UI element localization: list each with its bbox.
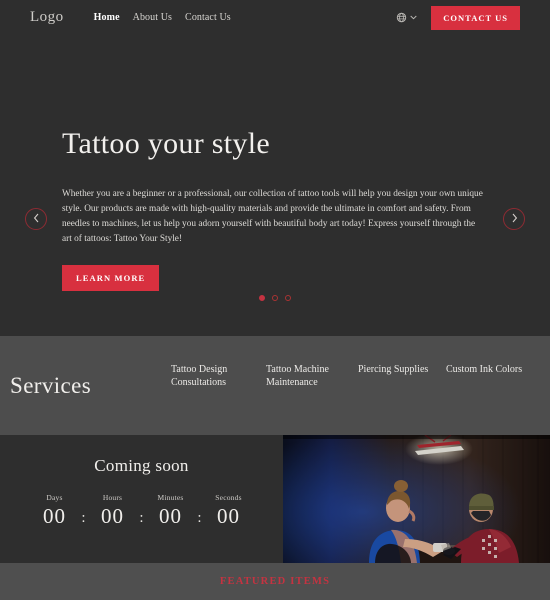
nav-item-contact-us[interactable]: Contact Us <box>185 12 231 23</box>
countdown-separator: : <box>81 510 86 526</box>
featured-items-section: FEATURED ITEMS <box>0 563 550 600</box>
countdown-value-minutes: 00 <box>159 504 182 528</box>
countdown-label-hours: Hours <box>102 493 123 502</box>
chevron-down-icon <box>410 15 417 20</box>
carousel-next-button[interactable] <box>503 208 525 230</box>
carousel-prev-button[interactable] <box>25 208 47 230</box>
coming-soon-heading: Coming soon <box>94 456 189 475</box>
countdown-value-seconds: 00 <box>217 504 240 528</box>
nav-item-about-us[interactable]: About Us <box>133 12 172 23</box>
services-section: Services Tattoo Design Consultations Tat… <box>0 336 550 435</box>
countdown-label-minutes: Minutes <box>157 493 184 502</box>
countdown-panel: Coming soon Days Hours Minutes Seconds 0… <box>0 435 283 563</box>
hero-description: Whether you are a beginner or a professi… <box>62 189 483 245</box>
header-contact-us-button[interactable]: CONTACT US <box>431 5 520 30</box>
countdown-values: 00 : 00 : 00 : 00 <box>0 504 283 532</box>
hero-title: Tattoo your style <box>62 127 270 160</box>
hero-content: Tattoo your style Whether you are a begi… <box>62 127 487 292</box>
site-header: Logo Home About Us Contact Us CONTACT US <box>0 0 550 35</box>
countdown-label-spacer <box>78 493 90 502</box>
language-selector[interactable] <box>396 12 417 23</box>
services-heading: Services <box>10 372 92 398</box>
countdown-label-spacer <box>194 493 206 502</box>
site-logo[interactable]: Logo <box>30 9 64 26</box>
nav-item-home[interactable]: Home <box>94 12 120 23</box>
countdown-value-hours: 00 <box>101 504 124 528</box>
carousel-dot-3[interactable] <box>285 295 291 301</box>
service-item-tattoo-design-consultations[interactable]: Tattoo Design Consultations <box>171 364 266 390</box>
service-item-custom-ink-colors[interactable]: Custom Ink Colors <box>446 364 540 377</box>
tattoo-artist-working-photo <box>283 435 550 563</box>
page-root: Logo Home About Us Contact Us CONTACT US… <box>0 0 550 600</box>
chevron-left-icon <box>33 213 40 225</box>
coming-soon-section: Coming soon Days Hours Minutes Seconds 0… <box>0 435 550 563</box>
countdown-value-days: 00 <box>43 504 66 528</box>
carousel-dot-2[interactable] <box>272 295 278 301</box>
services-list: Tattoo Design Consultations Tattoo Machi… <box>171 336 540 435</box>
service-item-piercing-supplies[interactable]: Piercing Supplies <box>358 364 446 377</box>
hero-learn-more-button[interactable]: LEARN MORE <box>62 265 160 292</box>
countdown-separator: : <box>197 510 202 526</box>
countdown-separator: : <box>139 510 144 526</box>
service-item-tattoo-machine-maintenance[interactable]: Tattoo Machine Maintenance <box>266 364 358 390</box>
countdown-label-days: Days <box>46 493 63 502</box>
main-navigation: Home About Us Contact Us <box>94 12 231 23</box>
featured-items-heading: FEATURED ITEMS <box>219 576 331 587</box>
countdown-label-spacer <box>136 493 148 502</box>
carousel-dot-1[interactable] <box>259 295 265 301</box>
countdown-labels: Days Hours Minutes Seconds <box>0 493 283 502</box>
chevron-right-icon <box>511 213 518 225</box>
carousel-pagination <box>0 295 550 301</box>
globe-icon <box>396 12 407 23</box>
hero-carousel: Tattoo your style Whether you are a begi… <box>0 35 550 336</box>
header-actions: CONTACT US <box>396 5 520 30</box>
countdown-label-seconds: Seconds <box>215 493 242 502</box>
